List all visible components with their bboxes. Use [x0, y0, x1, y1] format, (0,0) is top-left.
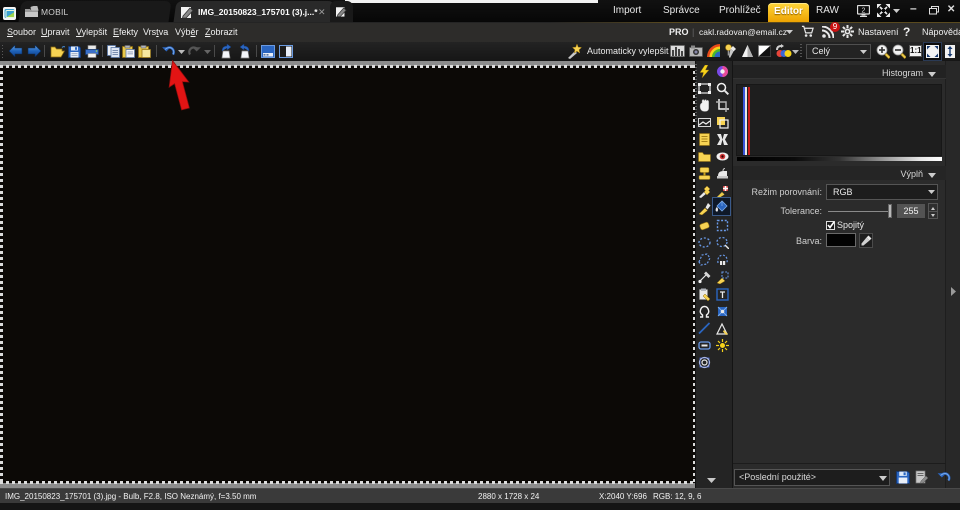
svg-text:2: 2 [862, 8, 866, 15]
